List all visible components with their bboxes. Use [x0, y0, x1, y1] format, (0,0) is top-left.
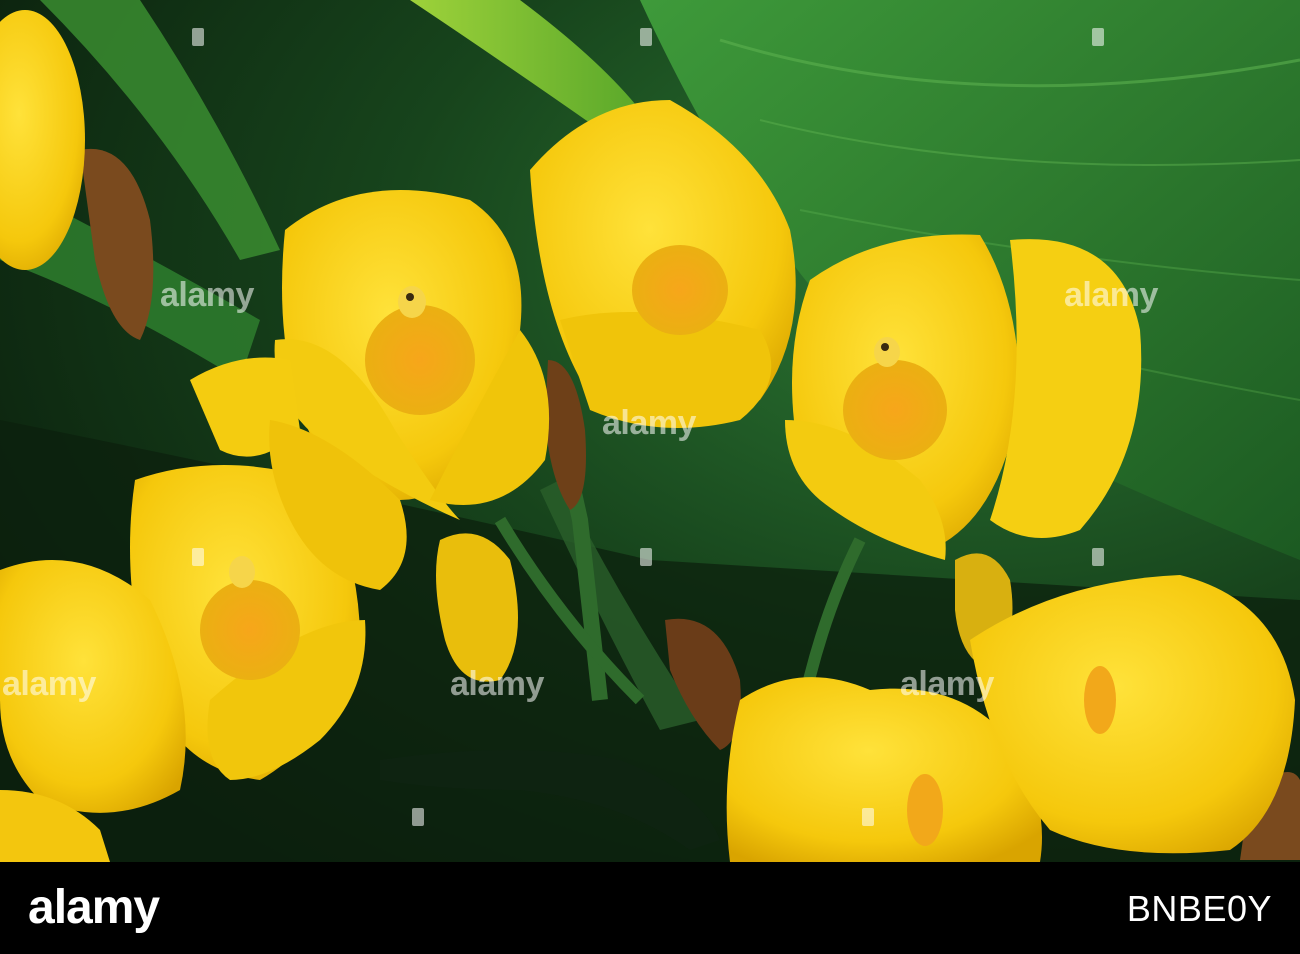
watermark-icon — [862, 808, 874, 826]
watermark: alamy — [602, 404, 696, 442]
watermark-icon — [640, 548, 652, 566]
watermark: alamy — [160, 276, 254, 314]
footer-bar: alamy BNBE0Y — [0, 862, 1300, 954]
watermark-icon — [192, 28, 204, 46]
watermark-icon — [1092, 548, 1104, 566]
watermark: alamy — [900, 665, 994, 703]
watermark-icon — [192, 548, 204, 566]
watermark: alamy — [1064, 276, 1158, 314]
watermark: alamy — [450, 665, 544, 703]
watermark-icon — [412, 808, 424, 826]
image-id: BNBE0Y — [1126, 888, 1272, 929]
watermark: alamy — [2, 665, 96, 703]
photo: alamy alamy alamy alamy alamy alamy — [0, 0, 1300, 862]
watermark-icon — [1092, 28, 1104, 46]
watermark-icon — [640, 28, 652, 46]
alamy-logo: alamy — [28, 881, 160, 934]
